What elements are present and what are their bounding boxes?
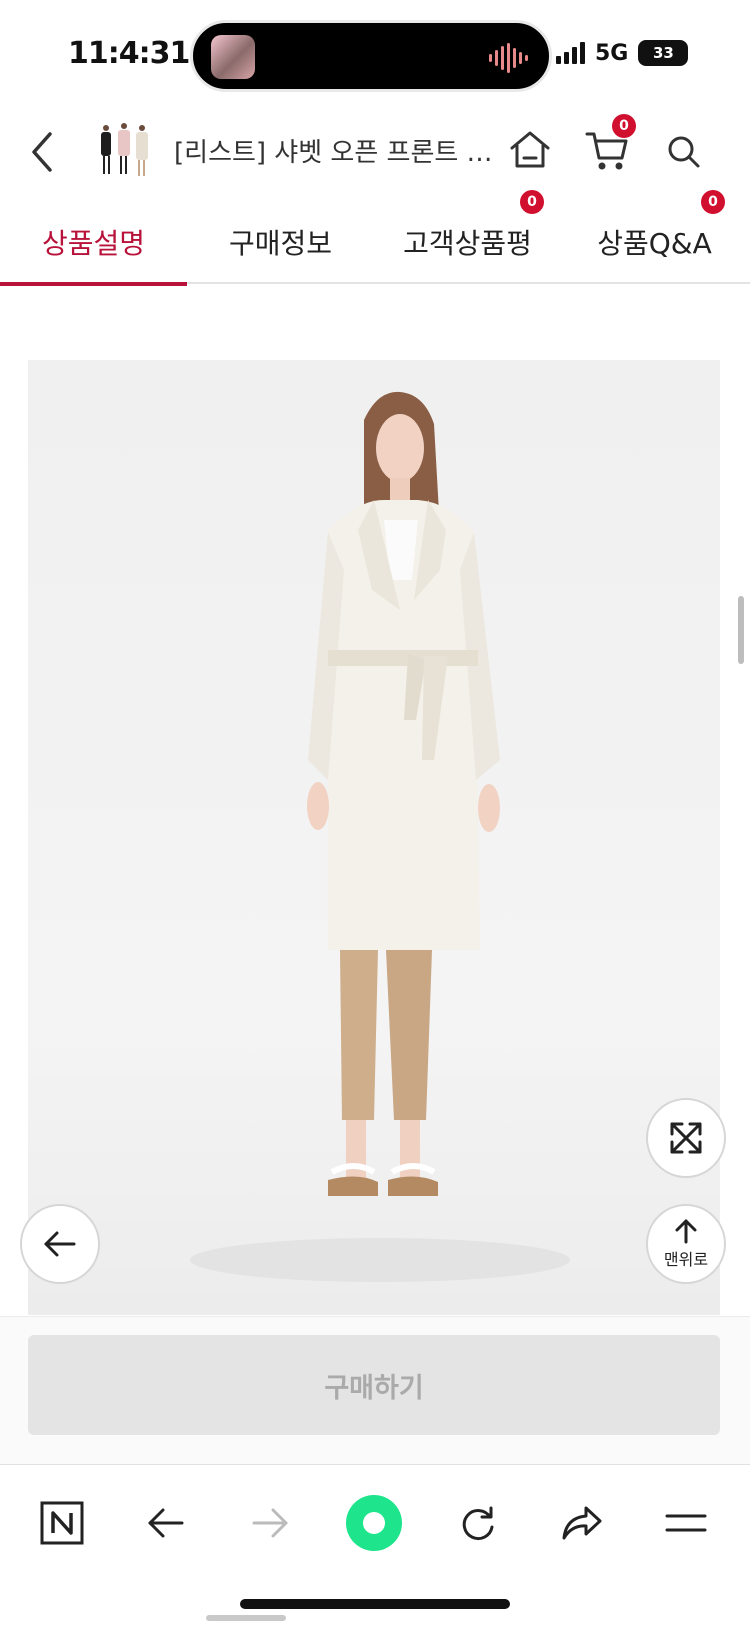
- arrow-left-icon: [148, 1508, 184, 1538]
- green-dot-button[interactable]: [344, 1493, 404, 1553]
- status-indicators: 5G 33: [556, 38, 689, 68]
- floating-back-button[interactable]: [20, 1204, 100, 1284]
- scroll-indicator[interactable]: [738, 596, 744, 664]
- dynamic-island: [190, 20, 552, 92]
- network-label: 5G: [595, 40, 629, 66]
- home-indicator: [240, 1599, 510, 1609]
- expand-icon: [670, 1122, 702, 1154]
- model-trench-coat-photo: [190, 391, 570, 1282]
- status-bar: 11:4:31 5G 33: [0, 0, 750, 100]
- refresh-icon: [462, 1506, 494, 1541]
- signal-icon: [556, 42, 585, 64]
- status-time: 11:4:31: [68, 36, 190, 71]
- product-tabs: 상품설명 구매정보 고객상품평 0 상품Q&A 0: [0, 190, 750, 286]
- green-circle-icon: [346, 1495, 402, 1551]
- browser-back-button[interactable]: [136, 1493, 196, 1553]
- reviews-count-badge: 0: [520, 190, 544, 214]
- home-button[interactable]: [508, 128, 552, 172]
- back-icon: [32, 132, 52, 172]
- product-header: [리스트] 샤벳 오픈 프론트 트렌치코트 0: [0, 104, 750, 200]
- arrow-right-icon: [252, 1508, 288, 1538]
- product-title: [리스트] 샤벳 오픈 프론트 트렌치코트: [174, 138, 504, 168]
- expand-image-button[interactable]: [646, 1098, 726, 1178]
- search-icon: [668, 136, 700, 168]
- tab-label: 상품Q&A: [597, 227, 712, 260]
- product-thumbnail-image: [96, 120, 154, 184]
- back-button[interactable]: [22, 126, 62, 178]
- active-tab-underline: [0, 282, 187, 286]
- buy-button[interactable]: 구매하기: [28, 1335, 720, 1435]
- island-avatar: [211, 35, 255, 79]
- arrow-up-icon: [675, 1219, 697, 1244]
- battery-icon: 33: [638, 40, 689, 66]
- tab-qna[interactable]: 상품Q&A 0: [561, 190, 748, 284]
- refresh-button[interactable]: [448, 1493, 508, 1553]
- naver-n-icon: [40, 1501, 84, 1545]
- menu-button[interactable]: [656, 1493, 716, 1553]
- tab-reviews[interactable]: 고객상품평 0: [374, 190, 561, 284]
- tab-label: 고객상품평: [403, 227, 532, 260]
- home-indicator-shadow: [206, 1615, 286, 1621]
- cart-button[interactable]: 0: [584, 114, 636, 172]
- audio-wave-icon: [489, 43, 528, 73]
- arrow-left-icon: [44, 1231, 76, 1257]
- product-thumbnail[interactable]: [96, 120, 154, 184]
- share-icon: [562, 1506, 602, 1540]
- tab-purchase-info[interactable]: 구매정보: [187, 200, 374, 284]
- home-icon: [510, 131, 550, 168]
- browser-toolbar: [0, 1464, 750, 1626]
- search-button[interactable]: [664, 132, 704, 172]
- naver-home-button[interactable]: [32, 1493, 92, 1553]
- tab-description[interactable]: 상품설명: [0, 200, 187, 286]
- qna-count-badge: 0: [701, 190, 725, 214]
- buy-bar: 구매하기: [0, 1316, 750, 1464]
- product-image: [28, 360, 720, 1315]
- tab-label: 구매정보: [228, 227, 333, 260]
- share-button[interactable]: [552, 1493, 612, 1553]
- scroll-top-label: 맨위로: [663, 1250, 709, 1269]
- tab-label: 상품설명: [41, 227, 146, 260]
- cart-count-badge: 0: [612, 114, 636, 138]
- scroll-top-button[interactable]: 맨위로: [646, 1204, 726, 1284]
- menu-icon: [665, 1514, 707, 1532]
- browser-forward-button[interactable]: [240, 1493, 300, 1553]
